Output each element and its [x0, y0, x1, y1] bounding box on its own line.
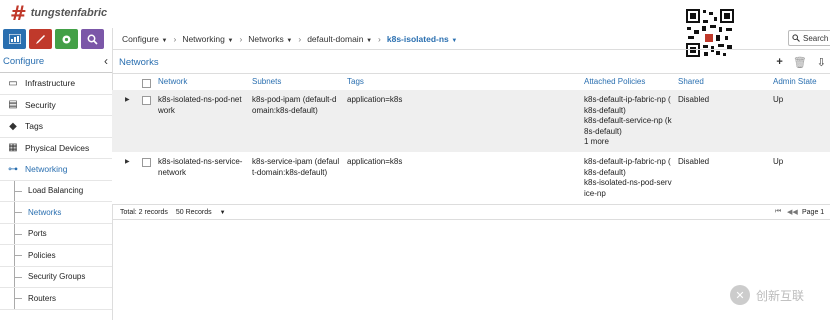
subnet-value: k8s-service-ipam (defaul t-domain:k8s-def…	[252, 157, 340, 177]
breadcrumb-configure[interactable]: Configure ▼	[122, 34, 167, 44]
logo-text: tungstenfabric	[30, 7, 108, 19]
document-icon: ▤	[8, 99, 18, 111]
configure-button[interactable]	[29, 29, 52, 49]
sidebar-subitem-load-balancing[interactable]: Load Balancing	[0, 180, 112, 202]
logo-mark: #	[10, 1, 27, 25]
sidebar-subitem-networks[interactable]: Networks	[0, 202, 112, 224]
column-network[interactable]: Network	[158, 77, 187, 86]
sidebar-title: Configure	[3, 55, 45, 67]
admin-state-value: Up	[773, 95, 784, 104]
breadcrumb-networking[interactable]: Networking ▼	[182, 34, 233, 44]
monitor-button[interactable]	[3, 29, 26, 49]
chevron-right-icon: ›	[173, 33, 177, 44]
column-attached-policies[interactable]: Attached Policies	[584, 77, 645, 86]
column-admin-state[interactable]: Admin State	[773, 77, 817, 86]
sidebar-item-infrastructure[interactable]: ▭ Infrastructure	[0, 73, 112, 95]
tags-value: application=k8s	[347, 95, 403, 104]
sidebar-item-label: Networking	[25, 164, 68, 175]
attached-policies-value: k8s-default-ip-fabric-np (k8s-default) k8…	[584, 157, 672, 198]
add-icon[interactable]: +	[776, 56, 782, 69]
sidebar-subitem-policies[interactable]: Policies	[0, 245, 112, 267]
table-row[interactable]: ▶ k8s-isolated-ns-service-network k8s-se…	[112, 152, 830, 204]
shared-value: Disabled	[678, 95, 710, 104]
shared-value: Disabled	[678, 157, 710, 166]
sidebar-subitem-security-groups[interactable]: Security Groups	[0, 266, 112, 288]
tags-value: application=k8s	[347, 157, 403, 166]
column-subnets[interactable]: Subnets	[252, 77, 281, 86]
admin-state-value: Up	[773, 157, 784, 166]
sidebar-item-physical-devices[interactable]: ▦ Physical Devices	[0, 138, 112, 159]
page-size-select[interactable]: 50 Records ▼	[176, 209, 226, 216]
sidebar-item-networking[interactable]: ⊶ Networking	[0, 159, 112, 181]
wrench-icon	[36, 34, 45, 44]
sidebar-subitem-ports[interactable]: Ports	[0, 223, 112, 245]
caret-down-icon: ▼	[219, 209, 226, 216]
search-icon	[792, 34, 800, 42]
row-checkbox[interactable]	[142, 158, 151, 167]
caret-down-icon: ▼	[159, 37, 168, 44]
watermark-text: 创新互联	[756, 288, 805, 303]
expand-row-icon[interactable]: ▶	[125, 95, 130, 106]
search-icon	[87, 34, 98, 45]
sidebar-item-label: Infrastructure	[25, 78, 76, 89]
page-indicator: Page 1	[802, 208, 825, 216]
sidebar-subitem-routers[interactable]: Routers	[0, 288, 112, 310]
breadcrumb-domain[interactable]: default-domain ▼	[307, 34, 372, 44]
download-icon[interactable]: ⇩	[817, 56, 826, 69]
attached-policies-value: k8s-default-ip-fabric-np (k8s-default) k8…	[584, 95, 672, 146]
monitor-icon: ▭	[8, 77, 18, 89]
caret-down-icon: ▼	[284, 37, 293, 44]
trash-icon[interactable]: 🗑	[793, 56, 807, 69]
select-all-checkbox[interactable]	[142, 79, 151, 88]
chevron-right-icon: ›	[378, 33, 381, 44]
main-nav-buttons	[0, 29, 115, 49]
total-records: Total: 2 records	[120, 208, 168, 216]
expand-row-icon[interactable]: ▶	[125, 157, 130, 168]
table-row[interactable]: ▶ k8s-isolated-ns-pod-net work k8s-pod-ip…	[112, 90, 830, 152]
breadcrumb-networks[interactable]: Networks ▼	[248, 34, 292, 44]
networks-panel-header: Networks + 🗑 ⇩	[112, 52, 830, 74]
watermark: ✕ 创新互联	[730, 285, 804, 305]
query-button[interactable]	[81, 29, 104, 49]
panel-title: Networks	[119, 57, 159, 68]
server-icon: ▦	[8, 142, 18, 154]
caret-down-icon: ▼	[225, 37, 234, 44]
sidebar-item-security[interactable]: ▤ Security	[0, 95, 112, 116]
network-icon: ⊶	[8, 163, 18, 175]
sidebar-header: Configure ‹	[0, 50, 112, 73]
tag-icon: ◆	[9, 120, 17, 132]
column-tags[interactable]: Tags	[347, 77, 364, 86]
watermark-logo-icon: ✕	[730, 285, 750, 305]
search-label: Search	[803, 33, 829, 43]
network-name[interactable]: k8s-isolated-ns-pod-net work	[158, 95, 242, 116]
chevron-right-icon: ›	[239, 33, 243, 44]
column-shared[interactable]: Shared	[678, 77, 704, 86]
breadcrumb-project[interactable]: k8s-isolated-ns ▼	[387, 34, 458, 44]
sidebar-item-label: Tags	[25, 121, 43, 132]
first-page-icon[interactable]: ⏮	[775, 208, 781, 216]
table-header: Network Subnets Tags Attached Policies S…	[112, 75, 830, 91]
search-input[interactable]: Search	[788, 30, 830, 46]
gear-icon	[62, 35, 71, 43]
subnet-value: k8s-pod-ipam (default-d omain:k8s-default…	[252, 95, 337, 115]
settings-button[interactable]	[55, 29, 78, 49]
sidebar: Configure ‹ ▭ Infrastructure ▤ Security …	[0, 50, 113, 320]
caret-down-icon: ▼	[449, 37, 458, 44]
collapse-sidebar-icon[interactable]: ‹	[104, 54, 108, 68]
network-name[interactable]: k8s-isolated-ns-service-network	[158, 157, 242, 178]
table-footer: Total: 2 records 50 Records ▼ ⏮ ◀◀ Page …	[112, 204, 830, 220]
sidebar-item-label: Security	[25, 99, 56, 110]
tungstenfabric-logo[interactable]: # tungstenfabric	[10, 2, 107, 24]
prev-page-icon[interactable]: ◀◀	[787, 208, 798, 216]
sidebar-item-label: Physical Devices	[25, 142, 90, 153]
bar-chart-icon	[8, 34, 21, 44]
sidebar-item-tags[interactable]: ◆ Tags	[0, 116, 112, 138]
breadcrumb: Configure ▼ › Networking ▼ › Networks ▼ › d…	[112, 28, 830, 50]
chevron-right-icon: ›	[298, 33, 302, 44]
row-checkbox[interactable]	[142, 96, 151, 105]
caret-down-icon: ▼	[364, 37, 373, 44]
